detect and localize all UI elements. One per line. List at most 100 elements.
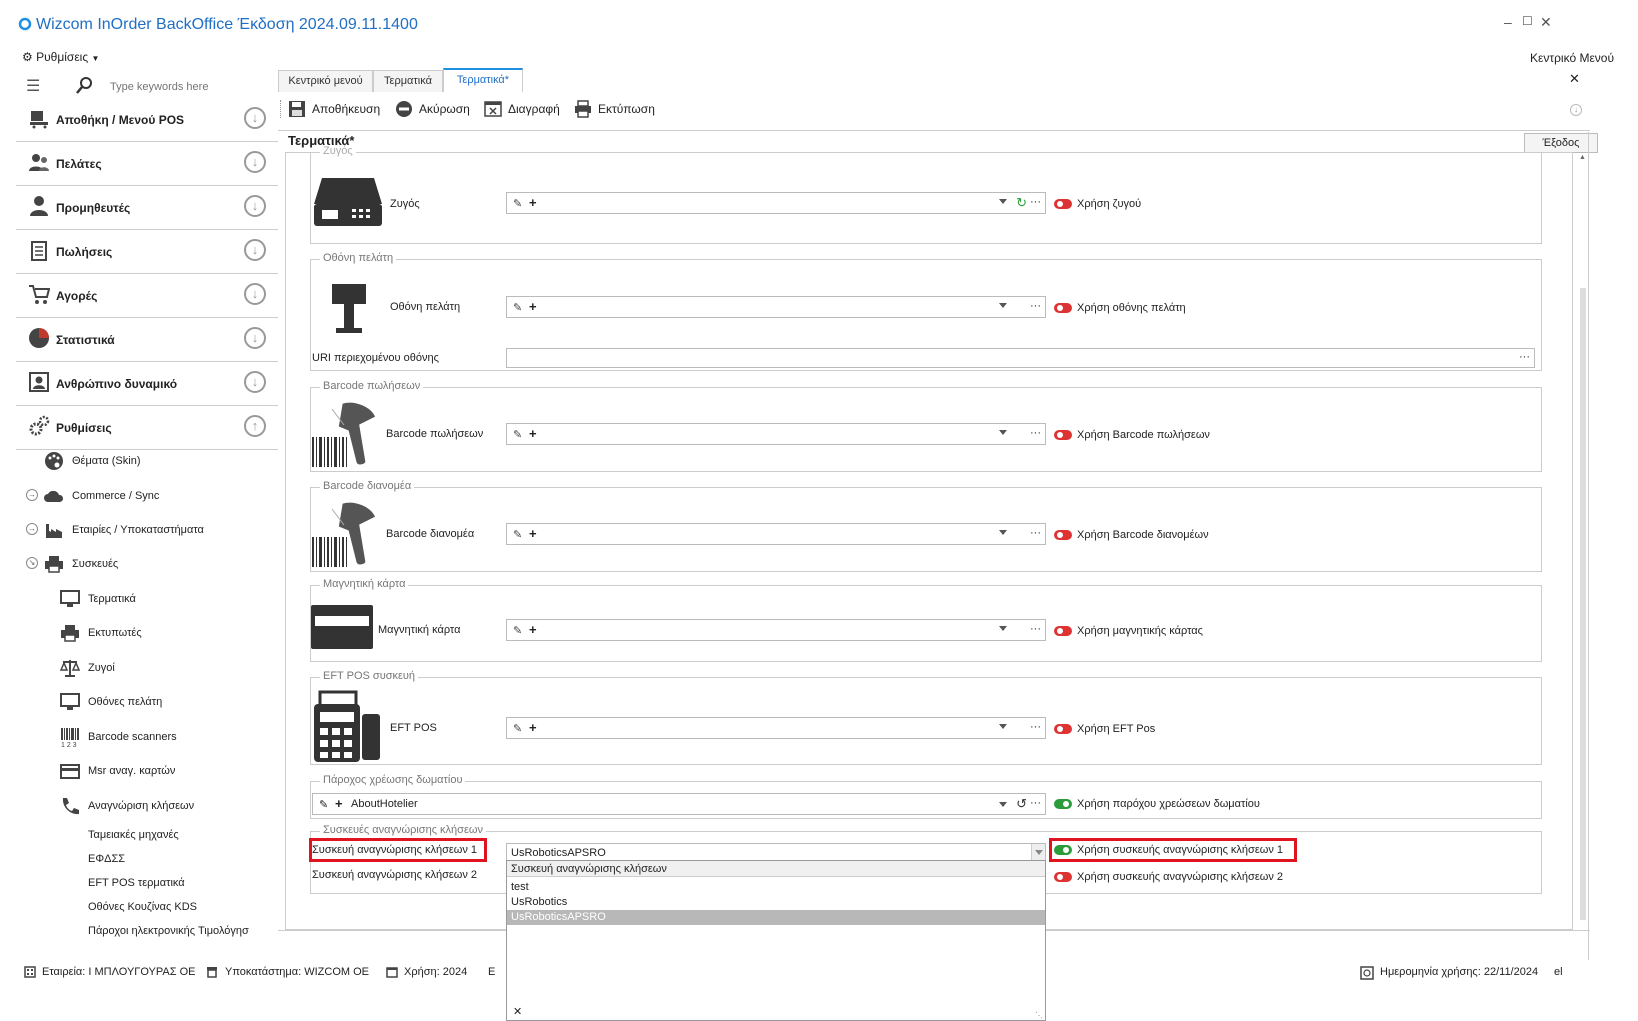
dropdown-arrow-icon[interactable]	[999, 303, 1007, 308]
edit-pencil-icon[interactable]: ✎	[513, 301, 522, 314]
add-plus-icon[interactable]: +	[529, 526, 537, 541]
tab-terminals[interactable]: Τερματικά	[373, 70, 443, 92]
settings-menu[interactable]: ⚙ Ρυθμίσεις ▼	[22, 50, 99, 64]
ellipsis-button[interactable]: ···	[1030, 797, 1041, 809]
dropdown-option[interactable]: test	[511, 881, 529, 893]
dropdown-arrow-icon[interactable]	[999, 626, 1007, 631]
expand-icon[interactable]: →	[26, 489, 38, 501]
display-toggle[interactable]	[1054, 303, 1072, 313]
add-plus-icon[interactable]: +	[529, 426, 537, 441]
expand-circle-icon[interactable]: ↓	[244, 283, 266, 305]
nav-category-settings[interactable]: Ρυθμίσεις ↑	[16, 405, 278, 450]
expand-circle-icon[interactable]: ↓	[244, 239, 266, 261]
search-input[interactable]	[110, 78, 260, 96]
close-window-icon[interactable]: ✕	[1540, 14, 1552, 31]
dropdown-option-selected[interactable]: UsRoboticsAPSRO	[507, 910, 1045, 925]
ellipsis-button[interactable]: ···	[1030, 721, 1041, 733]
display-uri-input[interactable]: ···	[506, 348, 1535, 368]
eft-combo[interactable]: ✎ + ···	[506, 717, 1046, 739]
edit-pencil-icon[interactable]: ✎	[513, 197, 522, 210]
resize-grip-icon[interactable]: ⋱	[1035, 1011, 1043, 1020]
expand-circle-icon[interactable]: ↓	[244, 327, 266, 349]
tab-terminals-edit[interactable]: Τερματικά*	[443, 68, 523, 92]
exit-button[interactable]: Έξοδος	[1524, 133, 1598, 153]
dropdown-arrow-icon[interactable]	[999, 530, 1007, 535]
nav-category-sales[interactable]: Πωλήσεις ↓	[16, 229, 278, 274]
ellipsis-button[interactable]: ···	[1030, 300, 1041, 312]
sidebar-item-eft-terminals[interactable]: EFT POS τερματικά	[88, 877, 185, 889]
ellipsis-button[interactable]: ···	[1030, 427, 1041, 439]
add-plus-icon[interactable]: +	[529, 720, 537, 735]
expand-circle-icon[interactable]: ↓	[244, 107, 266, 129]
magcard-toggle[interactable]	[1054, 626, 1072, 636]
scale-combo[interactable]: ✎ + ↻ ···	[506, 192, 1046, 214]
hamburger-icon[interactable]: ☰	[26, 76, 40, 96]
scale-toggle[interactable]	[1054, 199, 1072, 209]
toolbar-options-icon[interactable]: ↓	[1570, 104, 1582, 116]
calendar-icon	[386, 966, 398, 978]
expand-circle-icon[interactable]: ↓	[244, 151, 266, 173]
dropdown-arrow-icon[interactable]	[999, 802, 1007, 807]
ellipsis-button[interactable]: ···	[1030, 623, 1041, 635]
edit-pencil-icon[interactable]: ✎	[513, 722, 522, 735]
edit-pencil-icon[interactable]: ✎	[319, 798, 328, 811]
nav-category-warehouse[interactable]: Αποθήκη / Μενού POS ↓	[16, 97, 278, 142]
ellipsis-button[interactable]: ···	[1519, 351, 1530, 363]
collapse-circle-icon[interactable]: ↑	[244, 415, 266, 437]
nav-category-statistics[interactable]: Στατιστικά ↓	[16, 317, 278, 362]
cart-icon	[28, 283, 50, 305]
add-plus-icon[interactable]: +	[335, 796, 343, 811]
dropdown-option[interactable]: UsRobotics	[511, 896, 567, 908]
status-language: el	[1554, 966, 1563, 978]
clear-icon[interactable]: ✕	[513, 1005, 522, 1018]
edit-pencil-icon[interactable]: ✎	[513, 428, 522, 441]
refresh-icon[interactable]: ↻	[1016, 195, 1027, 211]
add-plus-icon[interactable]: +	[529, 622, 537, 637]
expand-icon[interactable]: →	[26, 523, 38, 535]
room-toggle[interactable]	[1054, 799, 1072, 809]
sidebar-item-efdss[interactable]: ΕΦΔΣΣ	[88, 853, 125, 865]
caller1-dropdown-list[interactable]: Συσκευή αναγνώρισης κλήσεων test UsRobot…	[506, 860, 1046, 1021]
undo-icon[interactable]: ↺	[1016, 796, 1027, 812]
collapse-icon[interactable]: ↘	[26, 557, 38, 569]
expand-circle-icon[interactable]: ↓	[244, 371, 266, 393]
barcode-dist-combo[interactable]: ✎ + ···	[506, 523, 1046, 545]
scroll-up-icon[interactable]: ▲	[1579, 154, 1586, 161]
nav-category-customers[interactable]: Πελάτες ↓	[16, 141, 278, 186]
tab-main-menu[interactable]: Κεντρικό μενού	[278, 70, 373, 92]
edit-pencil-icon[interactable]: ✎	[513, 624, 522, 637]
ellipsis-button[interactable]: ···	[1030, 527, 1041, 539]
ellipsis-button[interactable]: ···	[1030, 196, 1041, 208]
add-plus-icon[interactable]: +	[529, 195, 537, 210]
dropdown-arrow-icon[interactable]	[999, 430, 1007, 435]
edit-pencil-icon[interactable]: ✎	[513, 528, 522, 541]
nav-category-purchases[interactable]: Αγορές ↓	[16, 273, 278, 318]
sidebar-item-einvoice[interactable]: Πάροχοι ηλεκτρονικής Τιμολόγησ	[88, 925, 249, 937]
caller1-toggle[interactable]	[1054, 845, 1072, 855]
add-plus-icon[interactable]: +	[529, 299, 537, 314]
status-partial: Ε	[488, 966, 495, 978]
caller2-toggle[interactable]	[1054, 872, 1072, 882]
sidebar-item-kds[interactable]: Οθόνες Κουζίνας KDS	[88, 901, 197, 913]
minimize-icon[interactable]: –	[1504, 14, 1512, 30]
eft-toggle[interactable]	[1054, 724, 1072, 734]
dropdown-arrow-icon[interactable]	[999, 724, 1007, 729]
sidebar-item-cash-registers[interactable]: Ταμειακές μηχανές	[88, 829, 179, 841]
barcode-sales-combo[interactable]: ✎ + ···	[506, 423, 1046, 445]
expand-circle-icon[interactable]: ↓	[244, 195, 266, 217]
scroll-thumb[interactable]	[1580, 288, 1586, 920]
magcard-combo[interactable]: ✎ + ···	[506, 619, 1046, 641]
calendar-clock-icon	[1360, 966, 1374, 980]
close-tab-icon[interactable]: ✕	[1569, 71, 1580, 87]
scale-label: Ζυγός	[390, 198, 420, 210]
dropdown-arrow-icon[interactable]	[999, 199, 1007, 204]
display-combo[interactable]: ✎ + ···	[506, 296, 1046, 318]
room-combo[interactable]: ✎ + AboutHotelier ↺ ···	[312, 793, 1046, 815]
nav-category-hr[interactable]: Ανθρώπινο δυναμικό ↓	[16, 361, 278, 406]
vertical-scrollbar[interactable]: ▲	[1578, 152, 1588, 930]
maximize-icon[interactable]: ☐	[1522, 14, 1533, 28]
barcode-dist-toggle[interactable]	[1054, 530, 1072, 540]
search-icon[interactable]	[76, 76, 94, 94]
barcode-sales-toggle[interactable]	[1054, 430, 1072, 440]
nav-category-suppliers[interactable]: Προμηθευτές ↓	[16, 185, 278, 230]
